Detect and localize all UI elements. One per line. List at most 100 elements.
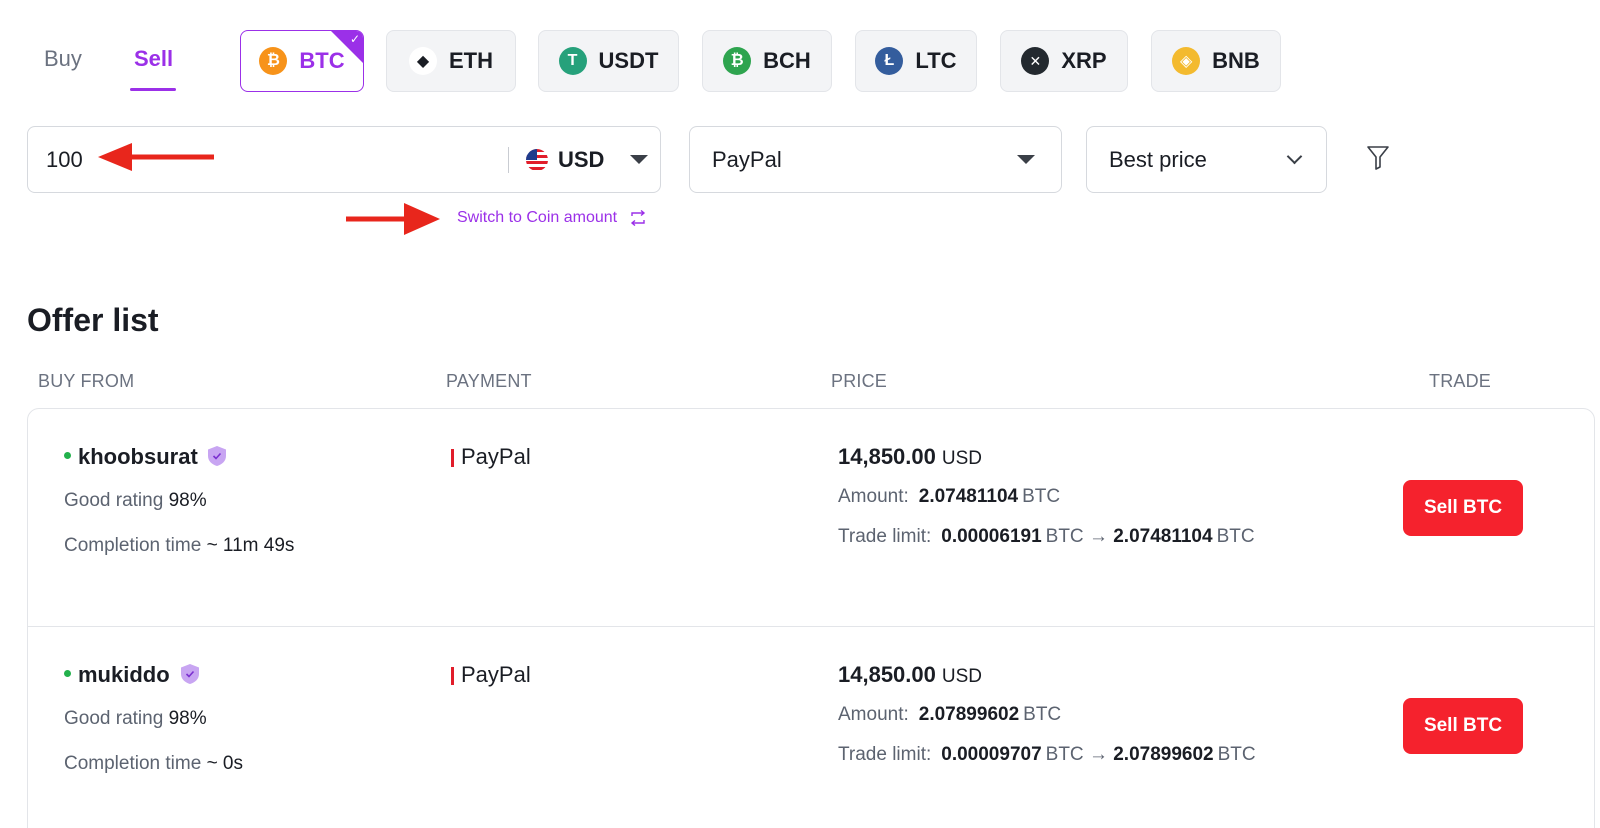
online-status-dot — [64, 670, 71, 677]
amount-input-value: 100 — [46, 146, 83, 172]
offer-amount: Amount: 2.07481104 BTC — [838, 486, 1060, 508]
coin-chip-label: BNB — [1212, 48, 1260, 73]
payment-method: PayPal — [461, 444, 531, 469]
column-header-price: PRICE — [831, 371, 888, 391]
completion-label: Completion time — [64, 535, 202, 556]
limit-min: 0.00006191 — [941, 526, 1042, 547]
amount-label: Amount: — [838, 704, 909, 725]
offer-trade-limit: Trade limit: 0.00006191 BTC → 2.07481104 BT… — [838, 526, 1255, 548]
offer-amount: Amount: 2.07899602 BTC — [838, 704, 1061, 726]
sell-btc-button[interactable]: Sell BTC — [1403, 698, 1523, 754]
limit-label: Trade limit: — [838, 526, 932, 547]
currency-select-value: USD — [558, 146, 605, 172]
completion-value: ~ 11m 49s — [206, 535, 295, 556]
column-header-payment: PAYMENT — [446, 371, 532, 391]
offer-row: khoobsurat Good rating 98% Completion ti… — [28, 409, 1594, 627]
payment-method-select[interactable]: PayPal — [689, 126, 1062, 193]
completion-label: Completion time — [64, 753, 202, 774]
coin-chip-xrp[interactable]: ✕ XRP — [1000, 30, 1128, 92]
limit-unit: BTC — [1045, 526, 1084, 547]
coin-chip-label: BCH — [763, 48, 811, 73]
switch-link-label: Switch to Coin amount — [457, 209, 618, 226]
chevron-down-icon — [1286, 148, 1303, 165]
payment-marker — [451, 667, 454, 685]
coin-chip-eth[interactable]: ◆ ETH — [386, 30, 516, 92]
limit-unit: BTC — [1216, 526, 1255, 547]
sort-select[interactable]: Best price — [1086, 126, 1327, 193]
offer-list-title: Offer list — [27, 302, 159, 338]
caret-down-icon — [1017, 155, 1035, 164]
price-value: 14,850.00 — [838, 662, 936, 687]
check-icon: ✓ — [349, 32, 360, 46]
sort-select-value: Best price — [1109, 146, 1207, 172]
trader-name[interactable]: mukiddo — [78, 662, 170, 688]
trader-name[interactable]: khoobsurat — [78, 444, 198, 470]
online-status-dot — [64, 452, 71, 459]
annotation-arrow-right — [346, 203, 440, 235]
coin-chip-bnb[interactable]: ◈ BNB — [1151, 30, 1281, 92]
filter-icon[interactable] — [1366, 145, 1390, 171]
sell-btc-button[interactable]: Sell BTC — [1403, 480, 1523, 536]
limit-unit: BTC — [1217, 744, 1256, 765]
trader-completion-time: Completion time ~ 11m 49s — [64, 535, 294, 557]
eth-coin-icon: ◆ — [409, 47, 437, 75]
ltc-coin-icon: Ł — [875, 47, 904, 75]
coin-chip-label: XRP — [1061, 48, 1107, 73]
us-flag-icon — [526, 148, 548, 171]
verified-shield-icon — [208, 446, 226, 466]
coin-chip-bch[interactable]: ₿ BCH — [702, 30, 832, 92]
input-divider — [508, 147, 509, 173]
completion-value: ~ 0s — [206, 753, 244, 774]
offer-price: 14,850.00 USD — [838, 444, 982, 470]
coin-chip-usdt[interactable]: T USDT — [538, 30, 679, 92]
amount-unit: BTC — [1022, 486, 1061, 507]
price-value: 14,850.00 — [838, 444, 936, 469]
verified-shield-icon — [181, 664, 199, 684]
tab-sell[interactable]: Sell — [134, 46, 173, 72]
coin-chip-label: USDT — [598, 48, 659, 73]
annotation-arrow-left — [98, 143, 214, 171]
bnb-coin-icon: ◈ — [1172, 47, 1201, 75]
arrow-right-icon: → — [1088, 744, 1114, 765]
price-unit: USD — [941, 666, 982, 687]
limit-max: 2.07481104 — [1113, 526, 1213, 547]
currency-select[interactable]: USD — [526, 146, 649, 173]
swap-icon — [630, 210, 646, 226]
price-unit: USD — [941, 448, 982, 469]
offer-list: khoobsurat Good rating 98% Completion ti… — [27, 408, 1595, 828]
trader-completion-time: Completion time ~ 0s — [64, 753, 243, 775]
coin-chip-btc[interactable]: ₿ BTC ✓ — [240, 30, 364, 92]
payment-marker — [451, 449, 454, 467]
payment-method-value: PayPal — [712, 146, 782, 172]
coin-chip-ltc[interactable]: Ł LTC — [855, 30, 977, 92]
rating-label: Good rating — [64, 708, 164, 729]
caret-down-icon — [630, 155, 649, 164]
arrow-right-icon: → — [1088, 526, 1114, 547]
column-header-buy-from: BUY FROM — [38, 371, 135, 391]
tab-buy[interactable]: Buy — [44, 46, 82, 72]
column-header-trade: TRADE — [1429, 371, 1492, 391]
payment-method: PayPal — [461, 662, 531, 687]
limit-label: Trade limit: — [838, 744, 932, 765]
offer-price: 14,850.00 USD — [838, 662, 982, 688]
limit-unit: BTC — [1045, 744, 1084, 765]
rating-label: Good rating — [64, 490, 164, 511]
xrp-coin-icon: ✕ — [1021, 47, 1050, 75]
limit-min: 0.00009707 — [941, 744, 1042, 765]
active-tab-underline — [130, 88, 176, 91]
coin-chip-label: LTC — [915, 48, 957, 73]
limit-max: 2.07899602 — [1113, 744, 1214, 765]
coin-chip-label: ETH — [449, 48, 493, 73]
bch-coin-icon: ₿ — [723, 47, 752, 75]
amount-label: Amount: — [838, 486, 909, 507]
usdt-coin-icon: T — [558, 47, 587, 75]
amount-value: 2.07481104 — [918, 486, 1019, 507]
offer-row: mukiddo Good rating 98% Completion time … — [28, 626, 1594, 828]
amount-unit: BTC — [1023, 704, 1062, 725]
trader-rating: Good rating 98% — [64, 490, 207, 512]
switch-to-coin-amount-link[interactable]: Switch to Coin amount — [457, 209, 647, 227]
rating-value: 98% — [168, 490, 207, 511]
btc-coin-icon: ₿ — [259, 47, 288, 75]
offer-trade-limit: Trade limit: 0.00009707 BTC → 2.07899602 BT… — [838, 744, 1256, 766]
amount-value: 2.07899602 — [918, 704, 1020, 725]
